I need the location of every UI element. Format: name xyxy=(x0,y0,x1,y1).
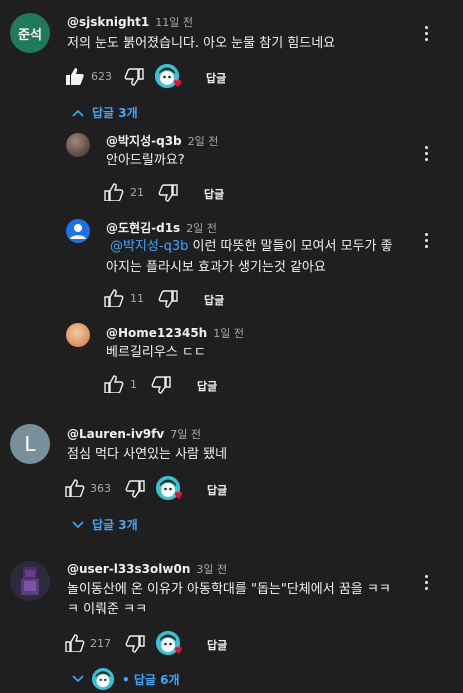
like-icon[interactable] xyxy=(65,479,85,497)
like-count: 623 xyxy=(91,70,112,83)
replies-label: 답글 3개 xyxy=(92,106,138,120)
comment-text-line: 이런 따뜻한 말들이 모여서 모두가 좋 xyxy=(188,239,393,254)
comment-time[interactable]: 7일 전 xyxy=(170,428,201,441)
creator-reply-avatar xyxy=(92,668,114,690)
chevron-down-icon xyxy=(72,520,84,528)
comment-author[interactable]: @user-l33s3olw0n 3일 전 xyxy=(67,561,227,577)
comment-text: 저의 눈도 붉어졌습니다. 아오 눈물 참기 힘드네요 xyxy=(67,36,336,51)
like-icon[interactable] xyxy=(104,183,124,201)
chevron-down-icon xyxy=(72,675,84,683)
avatar[interactable] xyxy=(10,561,50,601)
avatar[interactable] xyxy=(66,133,90,157)
more-actions-icon[interactable] xyxy=(425,230,429,251)
avatar[interactable]: 준석 xyxy=(10,13,50,53)
more-actions-icon[interactable] xyxy=(425,23,429,44)
heart-icon: ♥ xyxy=(174,646,183,657)
avatar[interactable]: L xyxy=(10,424,50,464)
default-user-icon xyxy=(70,224,86,239)
comment-author[interactable]: @도현김-d1s 2일 전 xyxy=(106,219,217,236)
reply-button[interactable]: 답글 xyxy=(197,378,217,394)
dislike-icon[interactable] xyxy=(124,68,144,86)
author-handle[interactable]: @박지성-q3b xyxy=(106,134,182,148)
avatar[interactable] xyxy=(66,323,90,347)
like-count: 217 xyxy=(90,637,111,650)
comment-text: 베르길리우스 ㄷㄷ xyxy=(106,345,206,360)
comment-text-line: ㅋ 이뤄준 ㅋㅋ xyxy=(67,602,148,617)
comment-time[interactable]: 3일 전 xyxy=(196,563,227,576)
comment-text: 안아드릴까요? xyxy=(106,153,185,168)
avatar[interactable] xyxy=(66,219,90,243)
dislike-icon[interactable] xyxy=(125,635,145,653)
author-handle[interactable]: @sjsknight1 xyxy=(67,15,149,29)
dislike-icon[interactable] xyxy=(158,184,178,202)
replies-label: 답글 3개 xyxy=(92,518,138,532)
comment-author[interactable]: @Lauren-iv9fv 7일 전 xyxy=(67,426,201,442)
dislike-icon[interactable] xyxy=(125,480,145,498)
creator-face-icon xyxy=(92,668,114,690)
toggle-replies-button[interactable]: • 답글 6개 xyxy=(72,668,180,690)
reply-button[interactable]: 답글 xyxy=(207,482,227,498)
reply-button[interactable]: 답글 xyxy=(204,186,224,202)
comment-author[interactable]: @Home12345h 1일 전 xyxy=(106,325,244,341)
like-count: 21 xyxy=(130,186,144,199)
avatar-initials: L xyxy=(24,432,36,456)
heart-icon: ♥ xyxy=(173,79,182,90)
dislike-icon[interactable] xyxy=(151,376,171,394)
like-icon-filled[interactable] xyxy=(65,67,85,85)
more-actions-icon[interactable] xyxy=(425,143,429,164)
toggle-replies-button[interactable]: 답글 3개 xyxy=(72,516,138,533)
author-handle[interactable]: @Lauren-iv9fv xyxy=(67,427,164,441)
reply-button[interactable]: 답글 xyxy=(207,637,227,653)
like-count: 363 xyxy=(90,482,111,495)
comment-time[interactable]: 1일 전 xyxy=(213,327,244,340)
like-count: 11 xyxy=(130,292,144,305)
mention-link[interactable]: @박지성-q3b xyxy=(110,239,188,254)
heart-icon: ♥ xyxy=(174,491,183,502)
comment-text-line: 놀이동산에 온 이유가 아동학대를 "돕는"단체에서 꿈을 ㅋㅋ xyxy=(67,582,391,597)
comment-time[interactable]: 2일 전 xyxy=(186,222,217,235)
chevron-up-icon xyxy=(72,109,84,117)
more-actions-icon[interactable] xyxy=(425,572,429,593)
comment-text: @박지성-q3b 이런 따뜻한 말들이 모여서 모두가 좋 xyxy=(110,236,393,258)
author-handle[interactable]: @도현김-d1s xyxy=(106,221,180,235)
like-icon[interactable] xyxy=(104,289,124,307)
comment-time[interactable]: 11일 전 xyxy=(155,16,193,29)
comment-text: 점심 먹다 사연있는 사람 됐네 xyxy=(67,447,228,462)
pixel-character-icon xyxy=(10,561,50,601)
comment-author[interactable]: @sjsknight1 11일 전 xyxy=(67,14,193,30)
comment-author[interactable]: @박지성-q3b 2일 전 xyxy=(106,132,218,149)
author-handle[interactable]: @Home12345h xyxy=(106,326,207,340)
comment-time[interactable]: 2일 전 xyxy=(188,135,219,148)
author-handle[interactable]: @user-l33s3olw0n xyxy=(67,562,190,576)
like-icon[interactable] xyxy=(65,634,85,652)
reply-button[interactable]: 답글 xyxy=(206,70,226,86)
like-icon[interactable] xyxy=(104,375,124,393)
comment-text-line: 아지는 플라시보 효과가 생기는것 같아요 xyxy=(106,260,326,275)
avatar-initials: 준석 xyxy=(18,27,42,43)
replies-label: • 답글 6개 xyxy=(122,672,180,687)
reply-button[interactable]: 답글 xyxy=(204,292,224,308)
creator-heart-avatar[interactable]: ♥ xyxy=(156,631,183,657)
toggle-replies-button[interactable]: 답글 3개 xyxy=(72,104,138,121)
creator-heart-avatar[interactable]: ♥ xyxy=(155,64,182,90)
creator-heart-avatar[interactable]: ♥ xyxy=(156,476,183,502)
like-count: 1 xyxy=(130,378,137,391)
dislike-icon[interactable] xyxy=(158,290,178,308)
